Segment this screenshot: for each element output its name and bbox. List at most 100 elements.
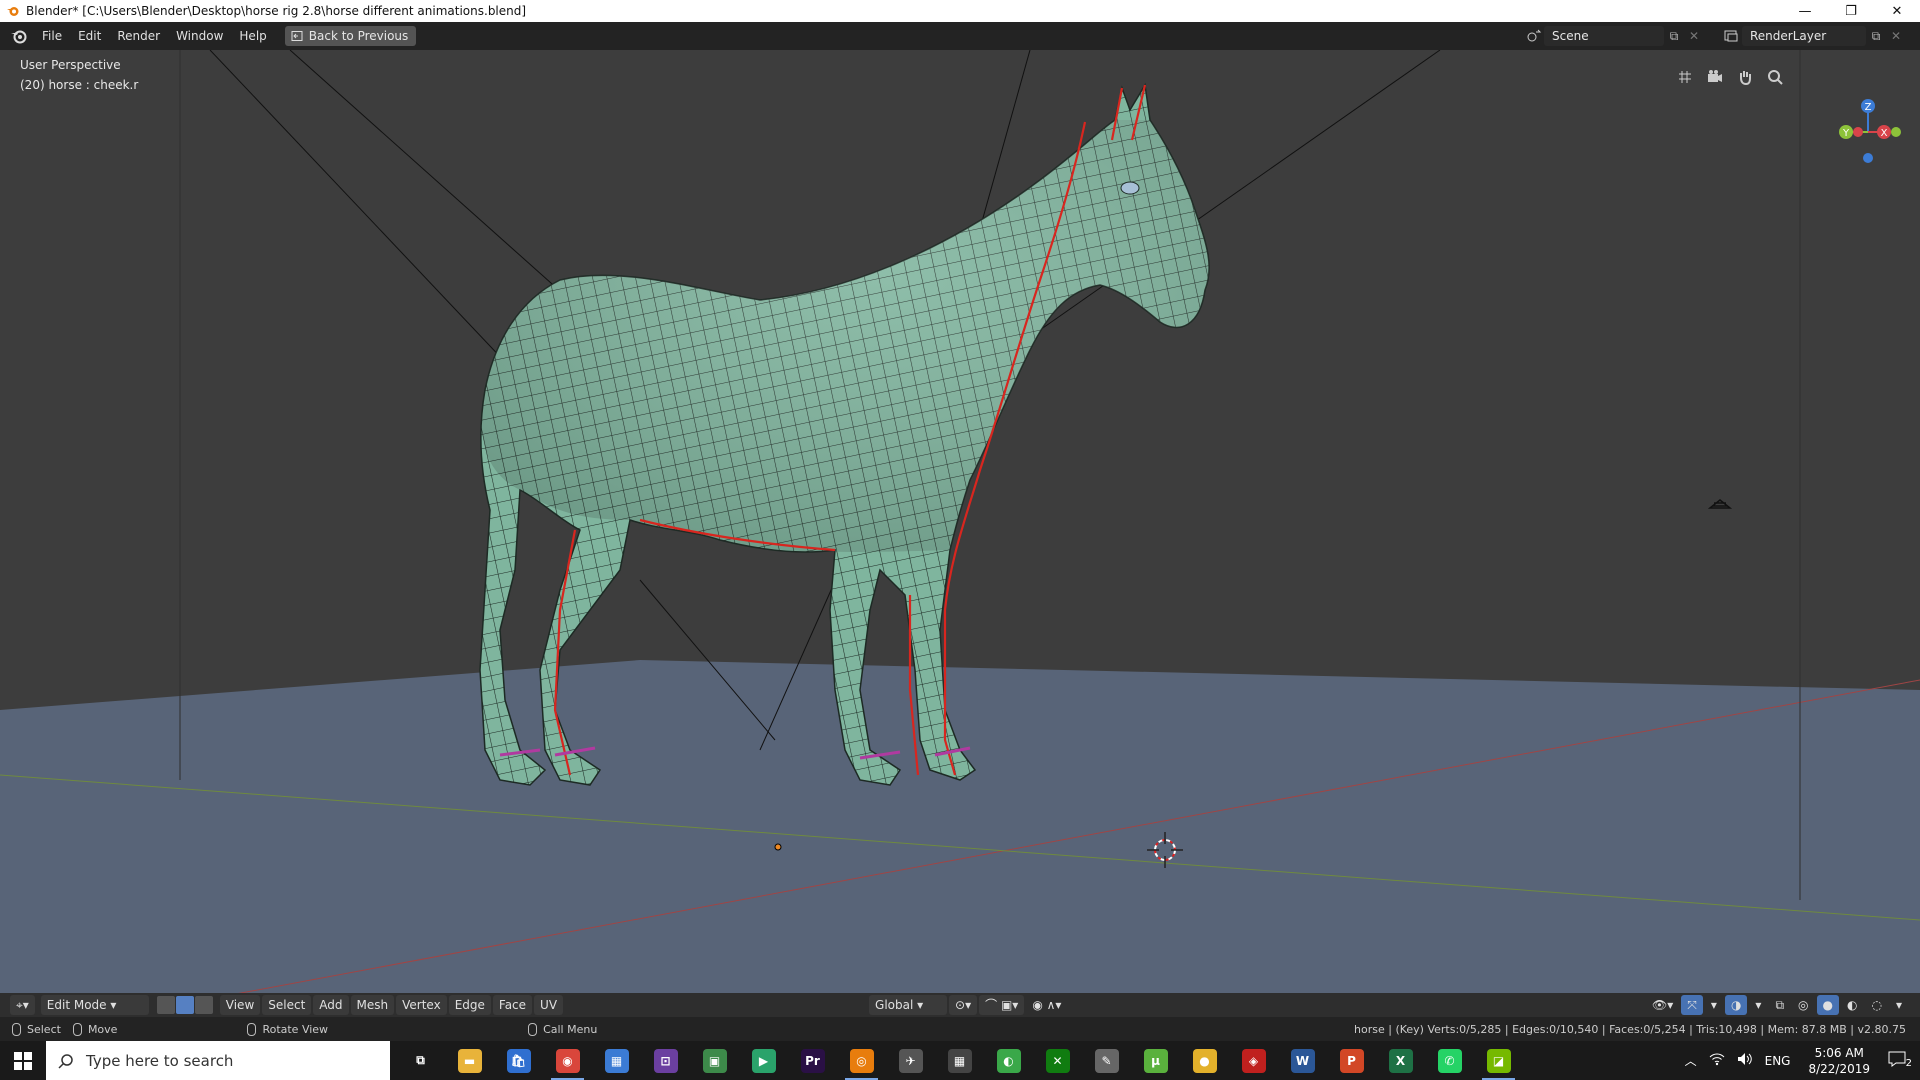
- taskbar-app-tool-app[interactable]: ✈: [886, 1041, 935, 1080]
- taskbar-app-app-purple[interactable]: ⊡: [641, 1041, 690, 1080]
- blender-logo-icon[interactable]: [10, 27, 28, 45]
- mode-dropdown[interactable]: Edit Mode ▾: [40, 995, 149, 1015]
- snap-icon[interactable]: ⌒ ▣▾: [979, 995, 1025, 1015]
- menu-edit[interactable]: Edit: [70, 26, 109, 46]
- editor-type-icon[interactable]: ⌖▾: [10, 995, 35, 1015]
- taskbar-app-chrome[interactable]: ◉: [543, 1041, 592, 1080]
- taskbar-app-utorrent[interactable]: µ: [1131, 1041, 1180, 1080]
- clock[interactable]: 5:06 AM 8/22/2019: [1796, 1045, 1882, 1077]
- proportional-edit-icon[interactable]: ◉ ∧▾: [1026, 995, 1067, 1015]
- taskbar-app-premiere[interactable]: Pr: [788, 1041, 837, 1080]
- menu-uv[interactable]: UV: [534, 995, 564, 1015]
- word-icon: W: [1290, 1048, 1315, 1073]
- rendered-shading-icon[interactable]: ◌: [1865, 995, 1887, 1015]
- menu-add[interactable]: Add: [313, 995, 349, 1015]
- app-green-icon: ◐: [996, 1048, 1021, 1073]
- coin-app-icon: ●: [1192, 1048, 1217, 1073]
- window-titlebar: Blender* [C:\Users\Blender\Desktop\horse…: [0, 0, 1920, 22]
- photos-icon: ▣: [702, 1048, 727, 1073]
- 3d-viewport[interactable]: Z X Y User Perspective (20) horse : chee…: [0, 50, 1920, 1050]
- volume-icon[interactable]: [1731, 1052, 1759, 1069]
- edge-select-icon[interactable]: [175, 996, 194, 1014]
- menu-mesh[interactable]: Mesh: [350, 995, 395, 1015]
- menu-help[interactable]: Help: [231, 26, 274, 46]
- status-bar: Select Move Rotate View Call Menu horse …: [0, 1017, 1920, 1041]
- pivot-icon[interactable]: ⊙▾: [949, 995, 978, 1015]
- taskbar-app-nvidia[interactable]: ◪: [1474, 1041, 1523, 1080]
- renderlayer-name-field[interactable]: RenderLayer: [1742, 26, 1866, 46]
- new-scene-icon[interactable]: ⧉: [1664, 26, 1684, 46]
- viewport-display-group: 👁▾ ⤧ ▾ ◑ ▾ ⧉ ◎ ● ◐ ◌ ▾: [1646, 995, 1910, 1015]
- face-select-icon[interactable]: [194, 996, 213, 1014]
- notification-center-icon[interactable]: 2: [1882, 1051, 1920, 1070]
- renderlayer-icon[interactable]: [1722, 26, 1742, 46]
- taskbar-app-word[interactable]: W: [1278, 1041, 1327, 1080]
- shading-dropdown-icon[interactable]: ▾: [1890, 995, 1908, 1015]
- menu-edge[interactable]: Edge: [448, 995, 491, 1015]
- chrome-icon: ◉: [555, 1048, 580, 1073]
- taskbar-app-app-green[interactable]: ◐: [984, 1041, 1033, 1080]
- overlay-toggle-icon[interactable]: ◑: [1724, 995, 1748, 1015]
- whatsapp-icon: ✆: [1437, 1048, 1462, 1073]
- orientation-dropdown[interactable]: Global ▾: [869, 995, 948, 1015]
- gizmo-dropdown-icon[interactable]: ▾: [1705, 995, 1723, 1015]
- zoom-icon[interactable]: [1762, 64, 1788, 90]
- solid-shading-icon[interactable]: ●: [1816, 995, 1839, 1015]
- taskbar-app-file-explorer[interactable]: ▬: [445, 1041, 494, 1080]
- file-explorer-icon: ▬: [457, 1048, 482, 1073]
- taskbar-search-box[interactable]: Type here to search: [46, 1041, 390, 1080]
- taskbar-app-xbox[interactable]: ✕: [1033, 1041, 1082, 1080]
- axis-gizmo[interactable]: Z X Y: [1839, 99, 1901, 163]
- camera-icon[interactable]: [1702, 64, 1728, 90]
- wifi-icon[interactable]: [1703, 1052, 1731, 1069]
- taskbar-app-blender[interactable]: ◎: [837, 1041, 886, 1080]
- menu-render[interactable]: Render: [109, 26, 168, 46]
- tray-chevron-icon[interactable]: ︿: [1679, 1052, 1703, 1069]
- taskbar-app-photos[interactable]: ▣: [690, 1041, 739, 1080]
- start-button[interactable]: [0, 1041, 46, 1080]
- close-button[interactable]: ✕: [1874, 0, 1920, 22]
- restore-button[interactable]: ❐: [1828, 0, 1874, 22]
- taskbar-app-task-view[interactable]: ⧉: [396, 1041, 445, 1080]
- delete-scene-icon[interactable]: ✕: [1684, 26, 1704, 46]
- gizmo-toggle-icon[interactable]: ⤧: [1681, 995, 1703, 1015]
- back-to-previous-button[interactable]: Back to Previous: [284, 26, 417, 46]
- scene-name-field[interactable]: Scene: [1544, 26, 1664, 46]
- visibility-icon[interactable]: 👁▾: [1646, 995, 1679, 1015]
- menu-face[interactable]: Face: [492, 995, 533, 1015]
- taskbar-app-whatsapp[interactable]: ✆: [1425, 1041, 1474, 1080]
- menu-view[interactable]: View: [219, 995, 261, 1015]
- taskbar-app-media-red[interactable]: ◈: [1229, 1041, 1278, 1080]
- vertex-select-icon[interactable]: [156, 996, 175, 1014]
- taskbar-app-pen-app[interactable]: ✎: [1082, 1041, 1131, 1080]
- media-red-icon: ◈: [1241, 1048, 1266, 1073]
- system-tray: ︿ ENG 5:06 AM 8/22/2019 2: [1679, 1041, 1920, 1080]
- viewport-scene[interactable]: Z X Y: [0, 50, 1920, 1050]
- taskbar-app-media-app[interactable]: ▶: [739, 1041, 788, 1080]
- scene-icon[interactable]: [1524, 26, 1544, 46]
- language-indicator[interactable]: ENG: [1759, 1054, 1797, 1068]
- menu-vertex[interactable]: Vertex: [396, 995, 447, 1015]
- store-icon: 🛍: [506, 1048, 531, 1073]
- taskbar-app-calendar-app[interactable]: ▦: [592, 1041, 641, 1080]
- xray-icon[interactable]: ⧉: [1769, 995, 1790, 1015]
- material-shading-icon[interactable]: ◐: [1841, 995, 1863, 1015]
- menu-file[interactable]: File: [34, 26, 70, 46]
- light-object-icon[interactable]: [1707, 499, 1733, 509]
- wireframe-shading-icon[interactable]: ◎: [1792, 995, 1814, 1015]
- grid-icon[interactable]: [1672, 64, 1698, 90]
- overlay-dropdown-icon[interactable]: ▾: [1749, 995, 1767, 1015]
- taskbar-app-powerpoint[interactable]: P: [1327, 1041, 1376, 1080]
- mouse-middle-icon: [247, 1022, 257, 1036]
- pan-hand-icon[interactable]: [1732, 64, 1758, 90]
- horse-eye: [1120, 181, 1140, 195]
- delete-renderlayer-icon[interactable]: ✕: [1886, 26, 1906, 46]
- new-renderlayer-icon[interactable]: ⧉: [1866, 26, 1886, 46]
- menu-select[interactable]: Select: [262, 995, 312, 1015]
- menu-window[interactable]: Window: [168, 26, 231, 46]
- taskbar-app-excel[interactable]: X: [1376, 1041, 1425, 1080]
- taskbar-app-store[interactable]: 🛍: [494, 1041, 543, 1080]
- taskbar-app-calculator[interactable]: ▦: [935, 1041, 984, 1080]
- taskbar-app-coin-app[interactable]: ●: [1180, 1041, 1229, 1080]
- minimize-button[interactable]: —: [1782, 0, 1828, 22]
